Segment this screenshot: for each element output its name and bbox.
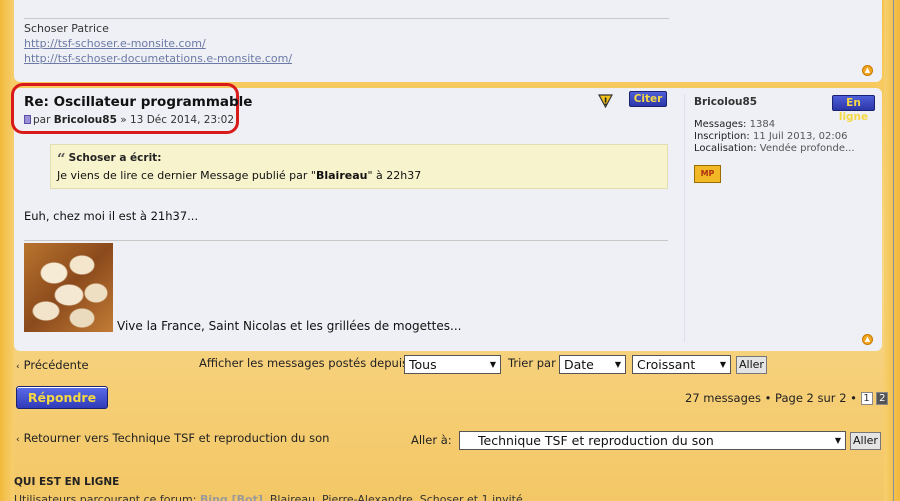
dropdown-arrow-icon: ▼: [834, 436, 841, 445]
jump-label: Aller à:: [411, 433, 452, 447]
signature-name: Schoser Patrice: [24, 22, 109, 35]
profile-username[interactable]: Bricolou85: [694, 96, 757, 108]
post-author-link[interactable]: Bricolou85: [54, 114, 117, 126]
signature-image: [24, 243, 113, 332]
profile-separator: [684, 94, 685, 342]
dropdown-arrow-icon: ▼: [719, 360, 726, 369]
reply-button[interactable]: Répondre: [16, 386, 108, 409]
signature-text: Vive la France, Saint Nicolas et les gri…: [117, 319, 462, 333]
dropdown-arrow-icon: ▼: [489, 360, 496, 369]
meta-by: par: [33, 114, 51, 126]
sort-order-select[interactable]: Croissant ▼: [632, 355, 731, 374]
sort-by-select[interactable]: Date ▼: [559, 355, 626, 374]
post-icon[interactable]: [24, 115, 31, 124]
quote-header: “Schoser a écrit:: [57, 150, 161, 168]
back-to-forum-link[interactable]: ‹ Retourner vers Technique TSF et reprodu…: [16, 431, 329, 445]
profile-stats: Messages: 1384 Inscription: 11 Juil 2013…: [694, 119, 855, 154]
post-date: » 13 Déc 2014, 23:02: [120, 114, 235, 126]
previous-page-link[interactable]: ‹ Précédente: [16, 358, 89, 372]
signature-link-2[interactable]: http://tsf-schoser-documetations.e-monsi…: [24, 52, 292, 65]
jump-go-button[interactable]: Aller: [850, 432, 881, 450]
quote-block: “Schoser a écrit: Je viens de lire ce de…: [50, 144, 668, 189]
bot-user-link[interactable]: Bing [Bot]: [200, 493, 263, 501]
quote-text: Je viens de lire ce dernier Message publ…: [57, 169, 422, 182]
signature-divider: [24, 240, 668, 241]
signature-link-1[interactable]: http://tsf-schoser.e-monsite.com/: [24, 37, 206, 50]
post-body: Euh, chez moi il est à 21h37...: [24, 209, 199, 223]
chevron-left-icon: ‹: [16, 362, 20, 372]
right-frame-scrollbar[interactable]: [884, 0, 900, 501]
display-since-select[interactable]: Tous ▼: [404, 355, 501, 374]
jump-to-forum-select[interactable]: Technique TSF et reproduction du son ▼: [459, 431, 846, 450]
pagination-text: 27 messages • Page 2 sur 2 •: [685, 391, 857, 405]
dropdown-arrow-icon: ▼: [614, 360, 621, 369]
chevron-left-icon: ‹: [16, 435, 20, 445]
page-link-1[interactable]: 1: [860, 392, 873, 405]
pagination: 27 messages • Page 2 sur 2 • 1 2: [685, 391, 889, 405]
post-title[interactable]: Re: Oscillateur programmable: [24, 94, 252, 110]
quote-author: Schoser a écrit:: [68, 152, 162, 164]
private-message-icon[interactable]: MP: [694, 165, 721, 183]
sort-label: Trier par: [508, 356, 556, 370]
display-label: Afficher les messages postés depuis:: [199, 356, 412, 370]
report-icon[interactable]: [598, 93, 613, 108]
back-to-top-icon[interactable]: ▲: [862, 65, 873, 76]
previous-post: Schoser Patrice http://tsf-schoser.e-mon…: [14, 0, 882, 82]
post: Re: Oscillateur programmable par Bricolo…: [11, 83, 882, 351]
online-badge: En ligne: [832, 95, 875, 123]
who-is-online-title: QUI EST EN LIGNE: [14, 476, 120, 488]
go-button[interactable]: Aller: [736, 356, 767, 374]
left-frame: [0, 0, 14, 501]
page-current-2: 2: [876, 392, 889, 405]
post-meta: par Bricolou85 » 13 Déc 2014, 23:02: [24, 114, 234, 126]
quote-button[interactable]: Citer: [629, 91, 667, 107]
quote-mark-icon: “: [57, 150, 66, 168]
signature-divider: [24, 18, 669, 19]
online-users-list: Utilisateurs parcourant ce forum: Bing […: [14, 493, 523, 501]
back-to-top-icon[interactable]: ▲: [862, 334, 873, 345]
